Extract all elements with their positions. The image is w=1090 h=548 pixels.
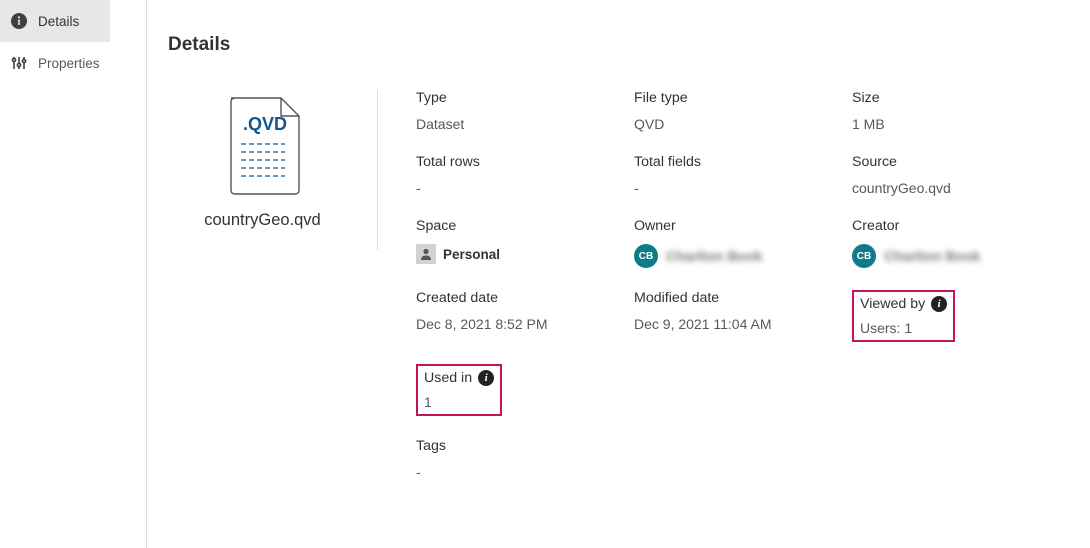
qvd-file-icon: .QVD [223,96,303,199]
field-created-date: Created date Dec 8, 2021 8:52 PM [416,290,634,342]
owner-name: Charlton Book [666,248,762,264]
info-icon[interactable]: i [478,370,494,386]
value-used-in: 1 [424,394,494,410]
person-icon [416,244,436,264]
sidebar-item-details[interactable]: Details [0,0,110,42]
sidebar: Details Properties [0,0,110,548]
field-owner: Owner CB Charlton Book [634,218,852,268]
field-tags: Tags - [416,438,634,480]
sliders-icon [10,54,28,72]
value-created-date: Dec 8, 2021 8:52 PM [416,316,616,332]
field-total-fields: Total fields - [634,154,852,196]
creator-avatar: CB [852,244,876,268]
value-type: Dataset [416,116,616,132]
label-used-in: Used in [424,370,472,386]
file-name: countryGeo.qvd [204,211,320,230]
field-space: Space Personal [416,218,634,268]
creator-name: Charlton Book [884,248,980,264]
info-icon[interactable]: i [931,296,947,312]
label-modified-date: Modified date [634,290,834,306]
label-file-type: File type [634,90,834,106]
label-type: Type [416,90,616,106]
value-tags: - [416,464,616,480]
label-viewed-by: Viewed by [860,296,925,312]
field-type: Type Dataset [416,90,634,132]
label-source: Source [852,154,1052,170]
field-file-type: File type QVD [634,90,852,132]
info-circle-icon [10,12,28,30]
label-space: Space [416,218,616,234]
label-created-date: Created date [416,290,616,306]
field-source: Source countryGeo.qvd [852,154,1070,196]
sidebar-item-label: Details [38,14,79,29]
value-file-type: QVD [634,116,834,132]
field-modified-date: Modified date Dec 9, 2021 11:04 AM [634,290,852,342]
sidebar-item-properties[interactable]: Properties [0,42,110,84]
label-creator: Creator [852,218,1052,234]
value-total-fields: - [634,180,834,196]
metadata-grid: Type Dataset File type QVD Size 1 MB Tot… [378,90,1070,502]
value-total-rows: - [416,180,616,196]
label-total-rows: Total rows [416,154,616,170]
field-viewed-by: Viewed by i Users: 1 [852,290,1070,342]
value-viewed-by: Users: 1 [860,320,947,336]
sidebar-item-label: Properties [38,56,100,71]
value-modified-date: Dec 9, 2021 11:04 AM [634,316,834,332]
highlight-viewed-by: Viewed by i Users: 1 [852,290,955,342]
field-used-in: Used in i 1 [416,364,634,416]
label-total-fields: Total fields [634,154,834,170]
label-size: Size [852,90,1052,106]
value-space: Personal [443,247,500,262]
value-source: countryGeo.qvd [852,180,1052,196]
label-tags: Tags [416,438,616,454]
field-size: Size 1 MB [852,90,1070,132]
file-preview: .QVD countryGeo.qvd [168,90,378,250]
field-total-rows: Total rows - [416,154,634,196]
value-size: 1 MB [852,116,1052,132]
field-creator: Creator CB Charlton Book [852,218,1070,268]
owner-avatar: CB [634,244,658,268]
highlight-used-in: Used in i 1 [416,364,502,416]
svg-text:.QVD: .QVD [243,114,287,134]
label-owner: Owner [634,218,834,234]
main-panel: Details .QVD countryGeo.qvd [146,0,1090,548]
page-title: Details [168,34,1070,56]
